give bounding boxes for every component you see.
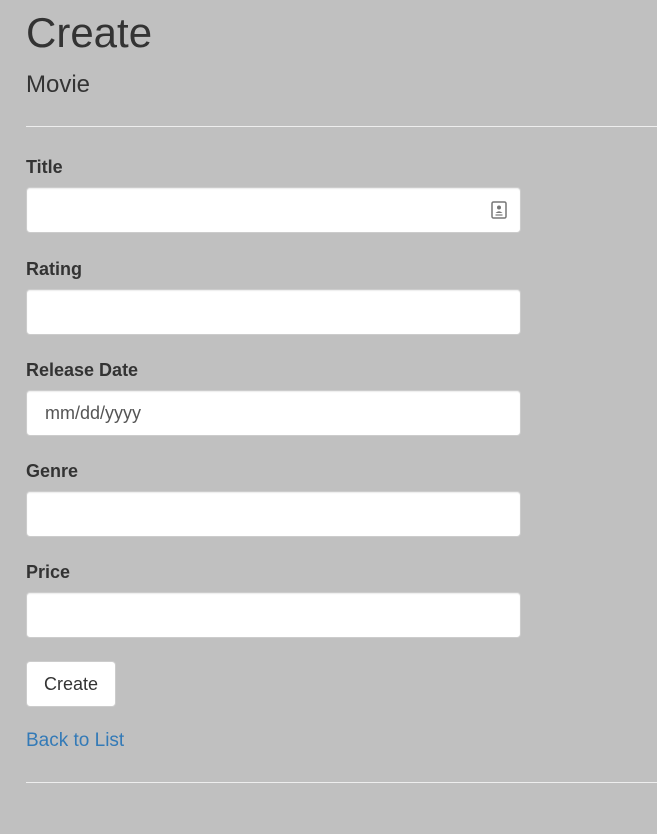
page: Create Movie Title Rating Release Date m… [0,0,657,834]
page-subtitle: Movie [26,71,91,98]
form-group-genre: Genre [26,460,521,537]
back-to-list-link[interactable]: Back to List [26,729,124,753]
contact-card-icon[interactable] [491,201,507,219]
release-date-input[interactable]: mm/dd/yyyy [26,390,521,436]
divider-bottom [26,782,657,783]
genre-input[interactable] [26,491,521,537]
create-button[interactable]: Create [26,661,117,707]
form-group-price: Price [26,561,521,638]
rating-input[interactable] [26,289,521,335]
page-title: Create [26,9,153,56]
rating-label: Rating [26,259,82,279]
title-input[interactable] [26,187,521,233]
price-input[interactable] [26,592,521,638]
form-group-rating: Rating [26,258,521,335]
form-group-title: Title [26,156,521,233]
price-label: Price [26,562,71,582]
divider-top [26,126,657,127]
title-label: Title [26,157,63,177]
release-date-label: Release Date [26,360,139,380]
release-date-placeholder: mm/dd/yyyy [45,402,142,423]
genre-label: Genre [26,461,79,481]
form-group-release-date: Release Date mm/dd/yyyy [26,359,521,436]
